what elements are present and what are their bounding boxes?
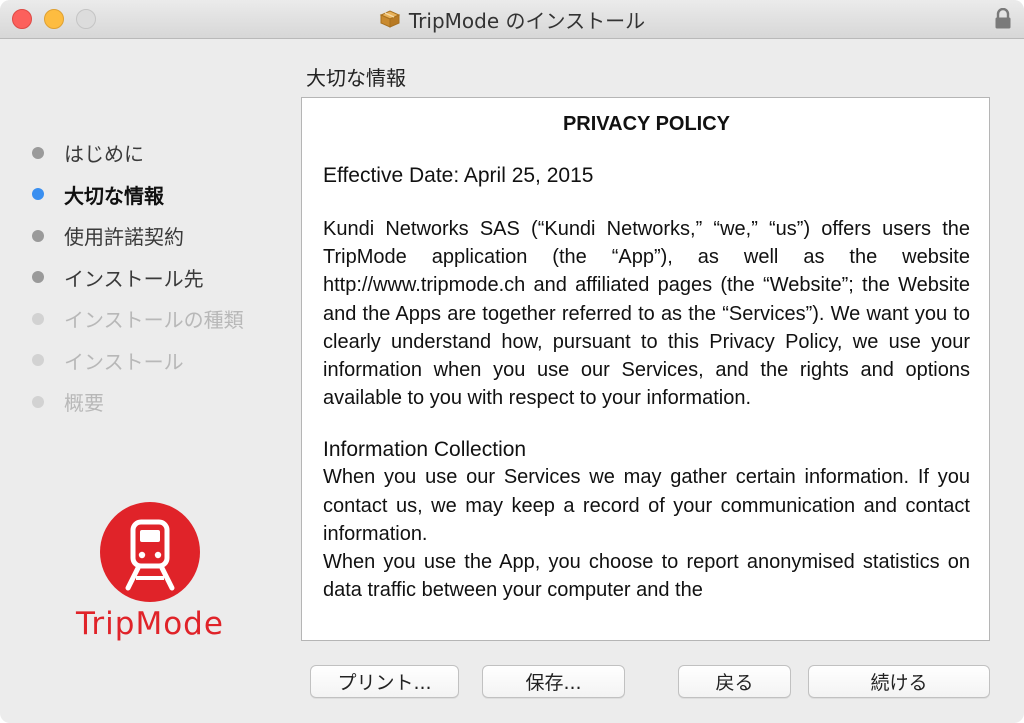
tripmode-logo: TripMode xyxy=(52,502,252,652)
back-button[interactable]: 戻る xyxy=(678,665,791,698)
step-label: はじめに xyxy=(64,142,144,167)
step-label: 概要 xyxy=(64,391,104,416)
page-title: 大切な情報 xyxy=(306,66,406,90)
zoom-window-button[interactable] xyxy=(76,9,96,29)
section-heading: Information Collection xyxy=(323,438,527,462)
section-paragraph: When you use our Services we may gather … xyxy=(323,466,970,545)
step-bullet xyxy=(32,395,44,408)
intro-paragraph: Kundi Networks SAS (“Kundi Networks,” “w… xyxy=(323,218,970,410)
step-item: 大切な情報 xyxy=(32,174,244,216)
minimize-window-button[interactable] xyxy=(44,9,64,29)
step-item: 使用許諾契約 xyxy=(32,215,244,257)
step-bullet xyxy=(32,312,44,325)
train-icon xyxy=(100,502,200,602)
step-label: 使用許諾契約 xyxy=(64,225,184,250)
save-button[interactable]: 保存... xyxy=(482,665,625,698)
lock-icon xyxy=(994,7,1012,30)
print-button[interactable]: プリント... xyxy=(310,665,459,698)
continue-button[interactable]: 続ける xyxy=(808,665,990,698)
step-bullet xyxy=(32,188,44,201)
title-bar[interactable]: TripMode のインストール xyxy=(0,0,1024,39)
step-item: インストールの種類 xyxy=(32,298,244,340)
step-label: 大切な情報 xyxy=(64,183,164,208)
window-title: TripMode のインストール xyxy=(408,8,646,33)
close-window-button[interactable] xyxy=(12,9,32,29)
step-bullet xyxy=(32,229,44,242)
step-bullet xyxy=(32,354,44,367)
step-label: インストールの種類 xyxy=(64,308,244,333)
installer-window: TripMode のインストール はじめに 大切な情報 使用許諾契約 インストー… xyxy=(0,0,1024,723)
logo-wordmark: TripMode xyxy=(76,606,224,642)
installer-steps: はじめに 大切な情報 使用許諾契約 インストール先 インストールの種類 インスト… xyxy=(32,132,244,423)
step-label: インストール xyxy=(64,349,184,374)
document-content: PRIVACY POLICY Effective Date: April 25,… xyxy=(323,98,970,604)
step-item: インストール先 xyxy=(32,257,244,299)
effective-date: Effective Date: April 25, 2015 xyxy=(323,164,594,187)
document-heading: PRIVACY POLICY xyxy=(562,113,731,135)
step-item: 概要 xyxy=(32,381,244,423)
step-bullet xyxy=(32,271,44,284)
step-label: インストール先 xyxy=(64,266,204,291)
document-scroll-area[interactable]: PRIVACY POLICY Effective Date: April 25,… xyxy=(301,97,990,641)
step-bullet xyxy=(32,146,44,159)
step-item: はじめに xyxy=(32,132,244,174)
step-item: インストール xyxy=(32,340,244,382)
package-icon xyxy=(379,10,401,28)
section-paragraph: When you use the App, you choose to repo… xyxy=(323,551,970,602)
